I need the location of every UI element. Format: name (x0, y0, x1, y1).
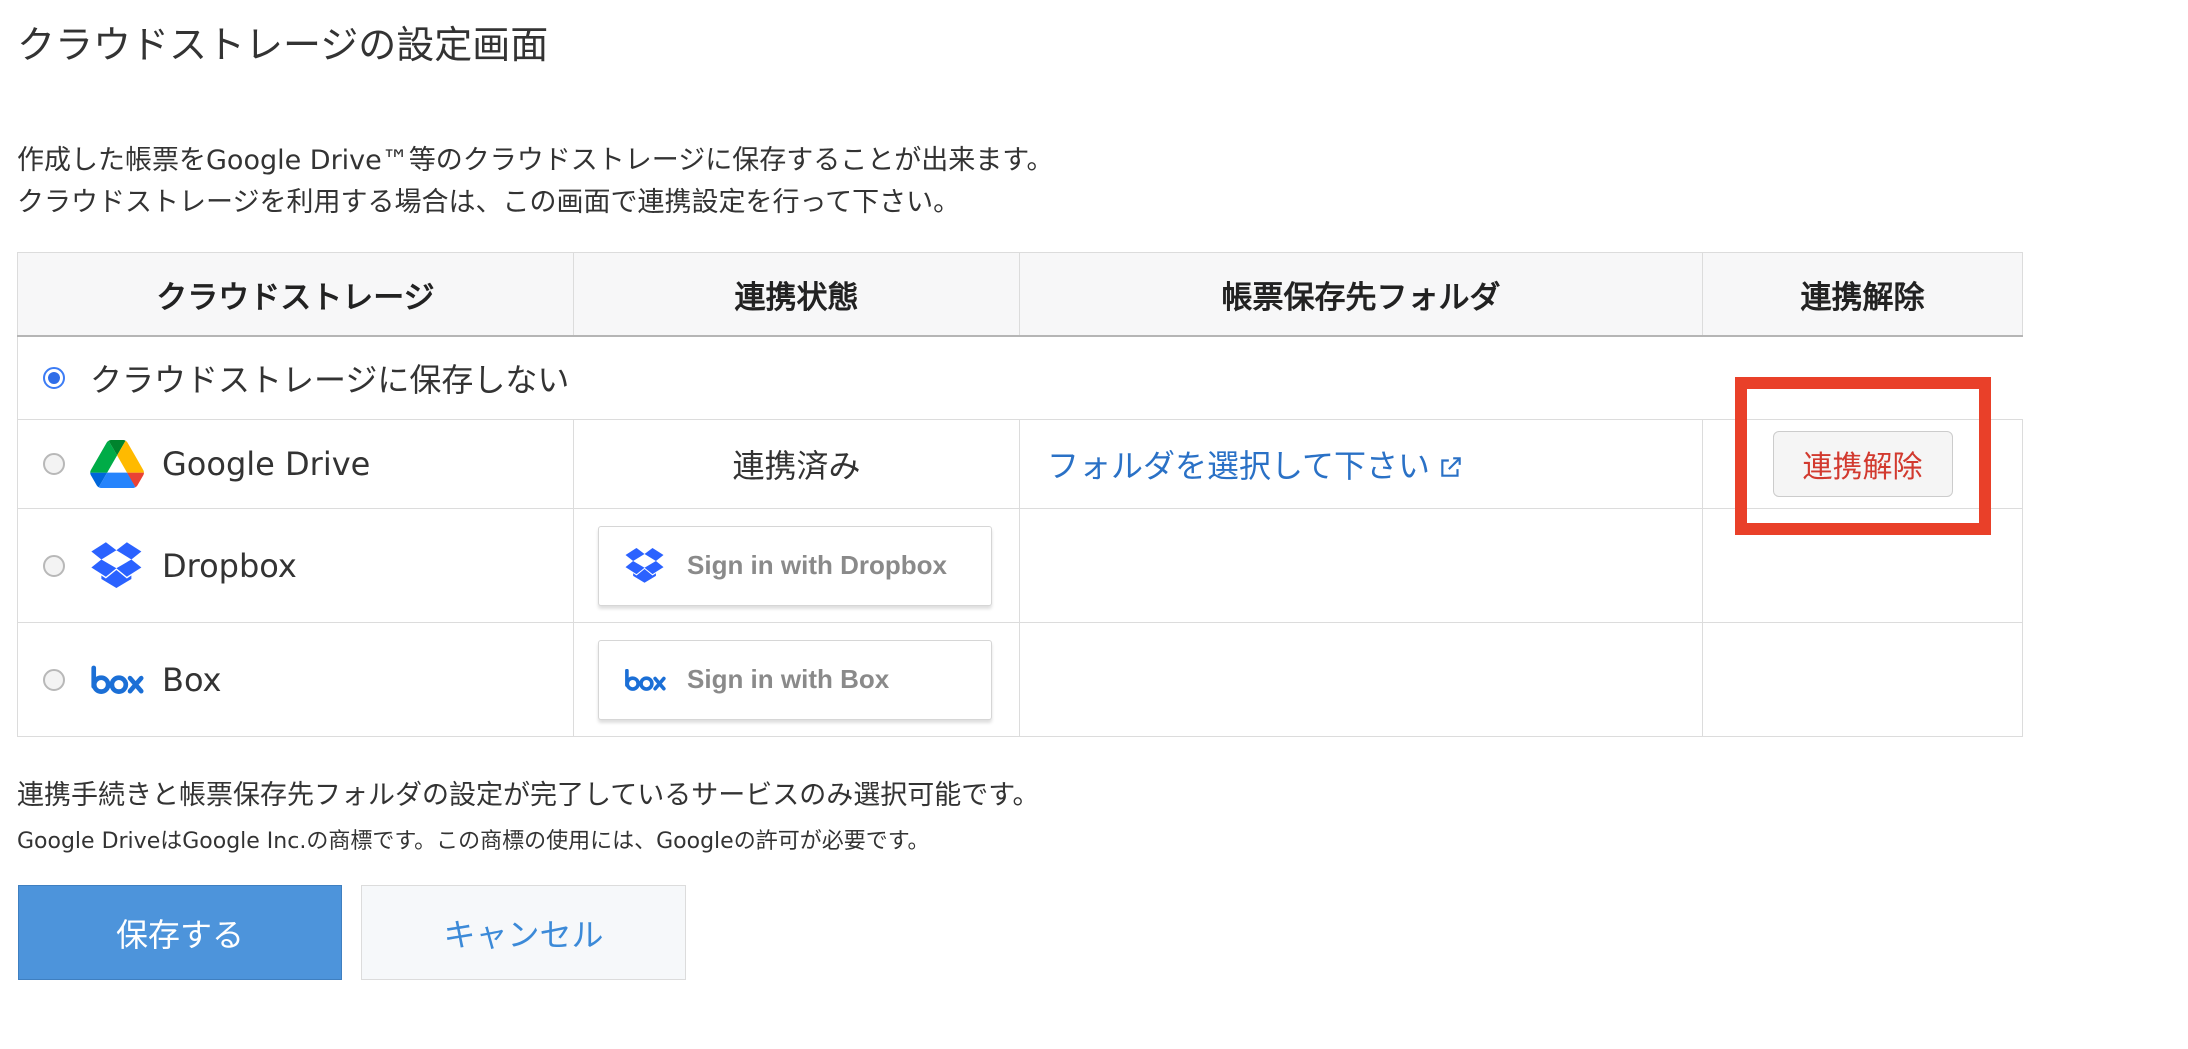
page-title: クラウドストレージの設定画面 (17, 23, 549, 67)
description-line: クラウドストレージを利用する場合は、この画面で連携設定を行って下さい。 (17, 187, 961, 218)
google-drive-folder-cell: フォルダを選択して下さい (1019, 419, 1703, 509)
header-link-status: 連携状態 (573, 252, 1020, 337)
description-line: 作成した帳票をGoogle Drive™等のクラウドストレージに保存することが出… (17, 145, 1054, 176)
table-header-row: クラウドストレージ 連携状態 帳票保存先フォルダ 連携解除 (17, 252, 2023, 337)
dropbox-radio[interactable] (43, 554, 65, 577)
signin-dropbox-label: Sign in with Dropbox (687, 550, 947, 580)
box-folder-cell (1019, 622, 1703, 737)
box-signin-cell: Sign in with Box (573, 622, 1020, 737)
dropbox-signin-cell: Sign in with Dropbox (573, 508, 1020, 623)
select-folder-link-text: フォルダを選択して下さい (1047, 447, 1431, 485)
box-icon (90, 655, 144, 705)
trademark-note: Google DriveはGoogle Inc.の商標です。この商標の使用には、… (17, 829, 930, 854)
google-drive-radio[interactable] (43, 453, 65, 475)
box-icon (621, 668, 669, 691)
page-description: 作成した帳票をGoogle Drive™等のクラウドストレージに保存することが出… (17, 140, 1054, 224)
unlink-highlight-box (1735, 377, 1991, 535)
box-unlink-cell (1702, 622, 2023, 737)
google-drive-name: Google Drive (162, 445, 371, 483)
external-link-icon (1441, 457, 1461, 477)
dropbox-name: Dropbox (162, 546, 297, 585)
no-storage-label: クラウドストレージに保存しない (90, 361, 570, 399)
signin-dropbox-button[interactable]: Sign in with Dropbox (598, 525, 992, 606)
google-drive-service-cell: Google Drive (17, 419, 574, 509)
save-button[interactable]: 保存する (18, 885, 342, 980)
no-storage-cell: クラウドストレージに保存しない (17, 335, 2023, 420)
dropbox-icon (621, 547, 669, 585)
header-save-folder: 帳票保存先フォルダ (1019, 252, 1703, 337)
google-drive-icon (90, 439, 144, 489)
box-radio[interactable] (43, 668, 65, 691)
table-row-no-storage: クラウドストレージに保存しない (17, 335, 2023, 420)
cancel-button[interactable]: キャンセル (361, 885, 686, 980)
box-service-cell: Box (17, 622, 574, 737)
dropbox-folder-cell (1019, 508, 1703, 623)
availability-note: 連携手続きと帳票保存先フォルダの設定が完了しているサービスのみ選択可能です。 (17, 780, 1040, 811)
cloud-storage-table: クラウドストレージ 連携状態 帳票保存先フォルダ 連携解除 クラウドストレージに… (17, 252, 2023, 737)
dropbox-icon (90, 541, 144, 591)
signin-box-label: Sign in with Box (687, 664, 890, 694)
header-cloud-storage: クラウドストレージ (17, 252, 574, 337)
signin-box-button[interactable]: Sign in with Box (598, 639, 992, 720)
box-name: Box (162, 660, 222, 699)
table-row-google-drive: Google Drive 連携済み フォルダを選択して下さい 連携解除 (17, 419, 2023, 509)
dropbox-service-cell: Dropbox (17, 508, 574, 623)
header-unlink: 連携解除 (1702, 252, 2023, 337)
google-drive-status: 連携済み (573, 419, 1020, 509)
no-storage-radio[interactable] (43, 367, 65, 389)
select-folder-link[interactable]: フォルダを選択して下さい (1047, 447, 1464, 485)
table-row-box: Box Sign in with Box (17, 622, 2023, 737)
table-row-dropbox: Dropbox Sign in with Dropbox (17, 508, 2023, 623)
